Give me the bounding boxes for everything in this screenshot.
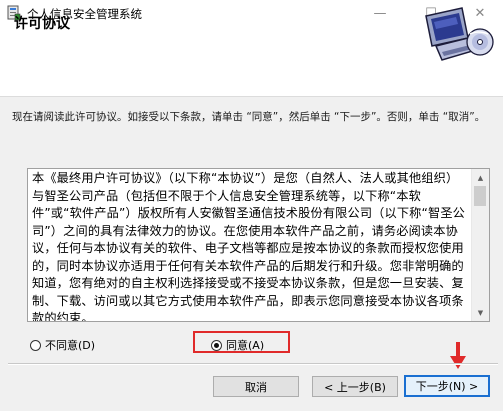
- agree-option[interactable]: 同意(A): [211, 337, 264, 353]
- license-textbox[interactable]: 本《最终用户许可协议》（以下称“本协议”）是您（自然人、法人或其他组织）与智圣公…: [27, 168, 490, 322]
- back-button-label: < 上一步(B): [324, 380, 386, 394]
- red-arrow-icon: [450, 342, 466, 369]
- agree-label: 同意(A): [226, 339, 265, 352]
- license-scrollbar[interactable]: ▲ ▼: [471, 169, 489, 321]
- page-title: 许可协议: [14, 16, 70, 32]
- next-button-label: 下一步(N) >: [415, 380, 479, 393]
- scrollbar-thumb[interactable]: [474, 186, 486, 206]
- cancel-button[interactable]: 取消: [213, 376, 299, 397]
- disagree-label: 不同意(D): [45, 339, 96, 352]
- disagree-option[interactable]: 不同意(D): [30, 337, 95, 353]
- minimize-button[interactable]: —: [357, 0, 403, 26]
- scroll-up-icon[interactable]: ▲: [472, 169, 489, 186]
- instructions-text: 现在请阅读此许可协议。如接受以下条款，请单击 “同意”，然后单击 “下一步”。否…: [12, 111, 486, 123]
- button-divider: [8, 363, 498, 365]
- computer-disc-icon: [425, 7, 494, 61]
- next-button[interactable]: 下一步(N) >: [404, 375, 490, 397]
- back-button[interactable]: < 上一步(B): [312, 376, 398, 397]
- agree-radio[interactable]: [211, 339, 222, 351]
- disagree-radio[interactable]: [30, 339, 41, 351]
- cancel-button-label: 取消: [245, 380, 267, 394]
- minimize-icon: —: [373, 5, 387, 21]
- license-text: 本《最终用户许可协议》（以下称“本协议”）是您（自然人、法人或其他组织）与智圣公…: [32, 171, 465, 322]
- scroll-down-icon[interactable]: ▼: [472, 304, 489, 321]
